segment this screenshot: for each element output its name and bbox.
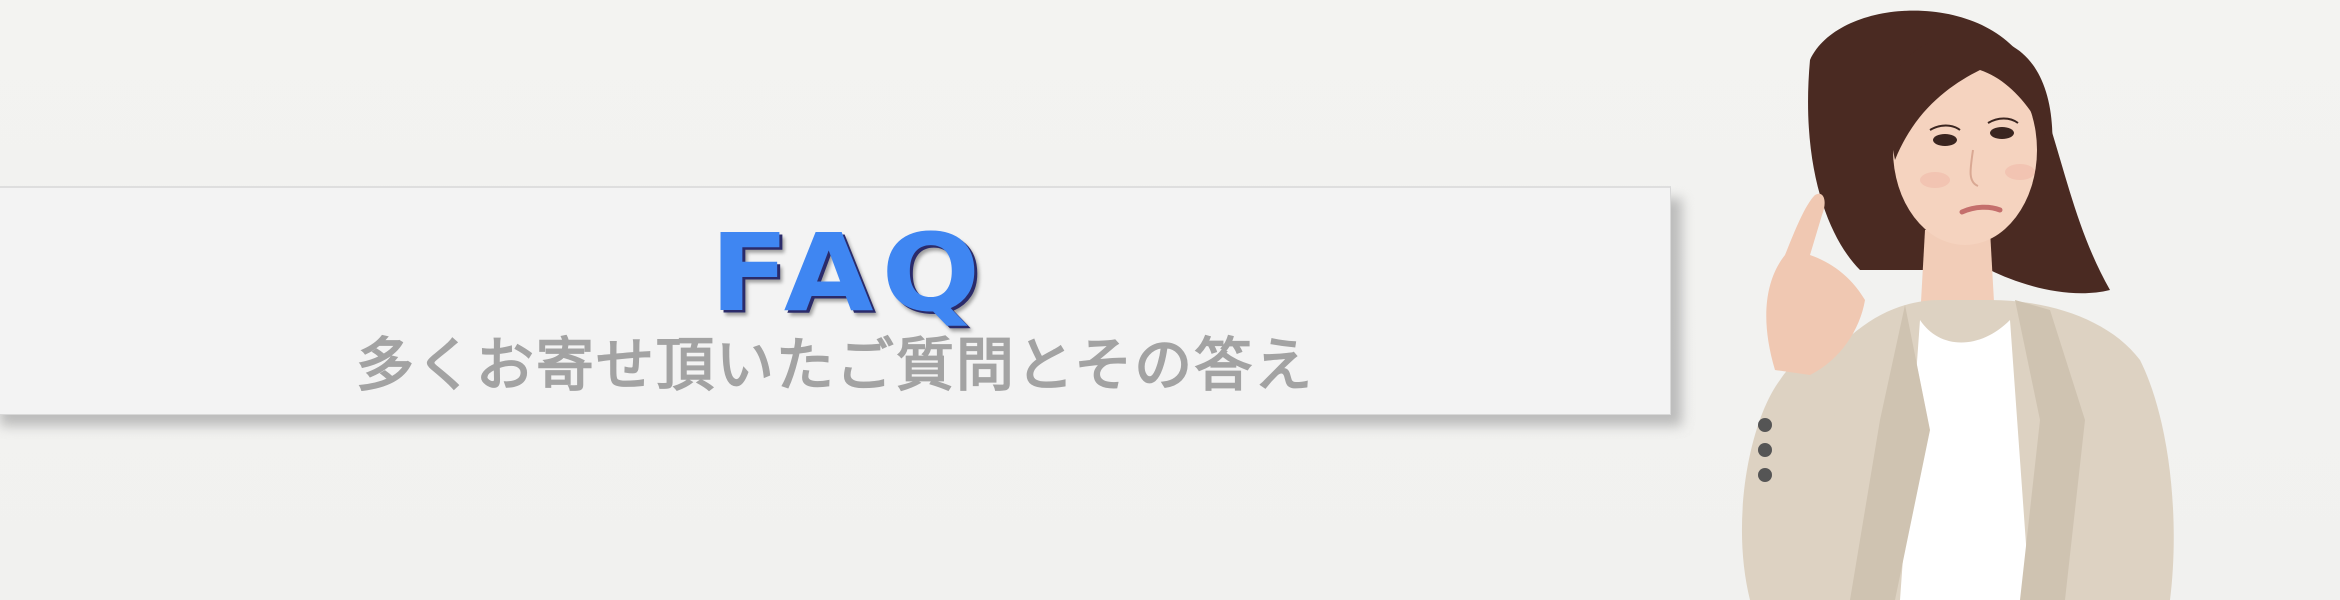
woman-thinking-photo [1690, 0, 2340, 600]
faq-banner: FAQ 多くお寄せ頂いたご質問とその答え [0, 0, 2340, 600]
page-subtitle: 多くお寄せ頂いたご質問とその答え [355, 331, 1315, 399]
page-title: FAQ [709, 211, 989, 336]
title-box: FAQ 多くお寄せ頂いたご質問とその答え [0, 186, 1671, 415]
